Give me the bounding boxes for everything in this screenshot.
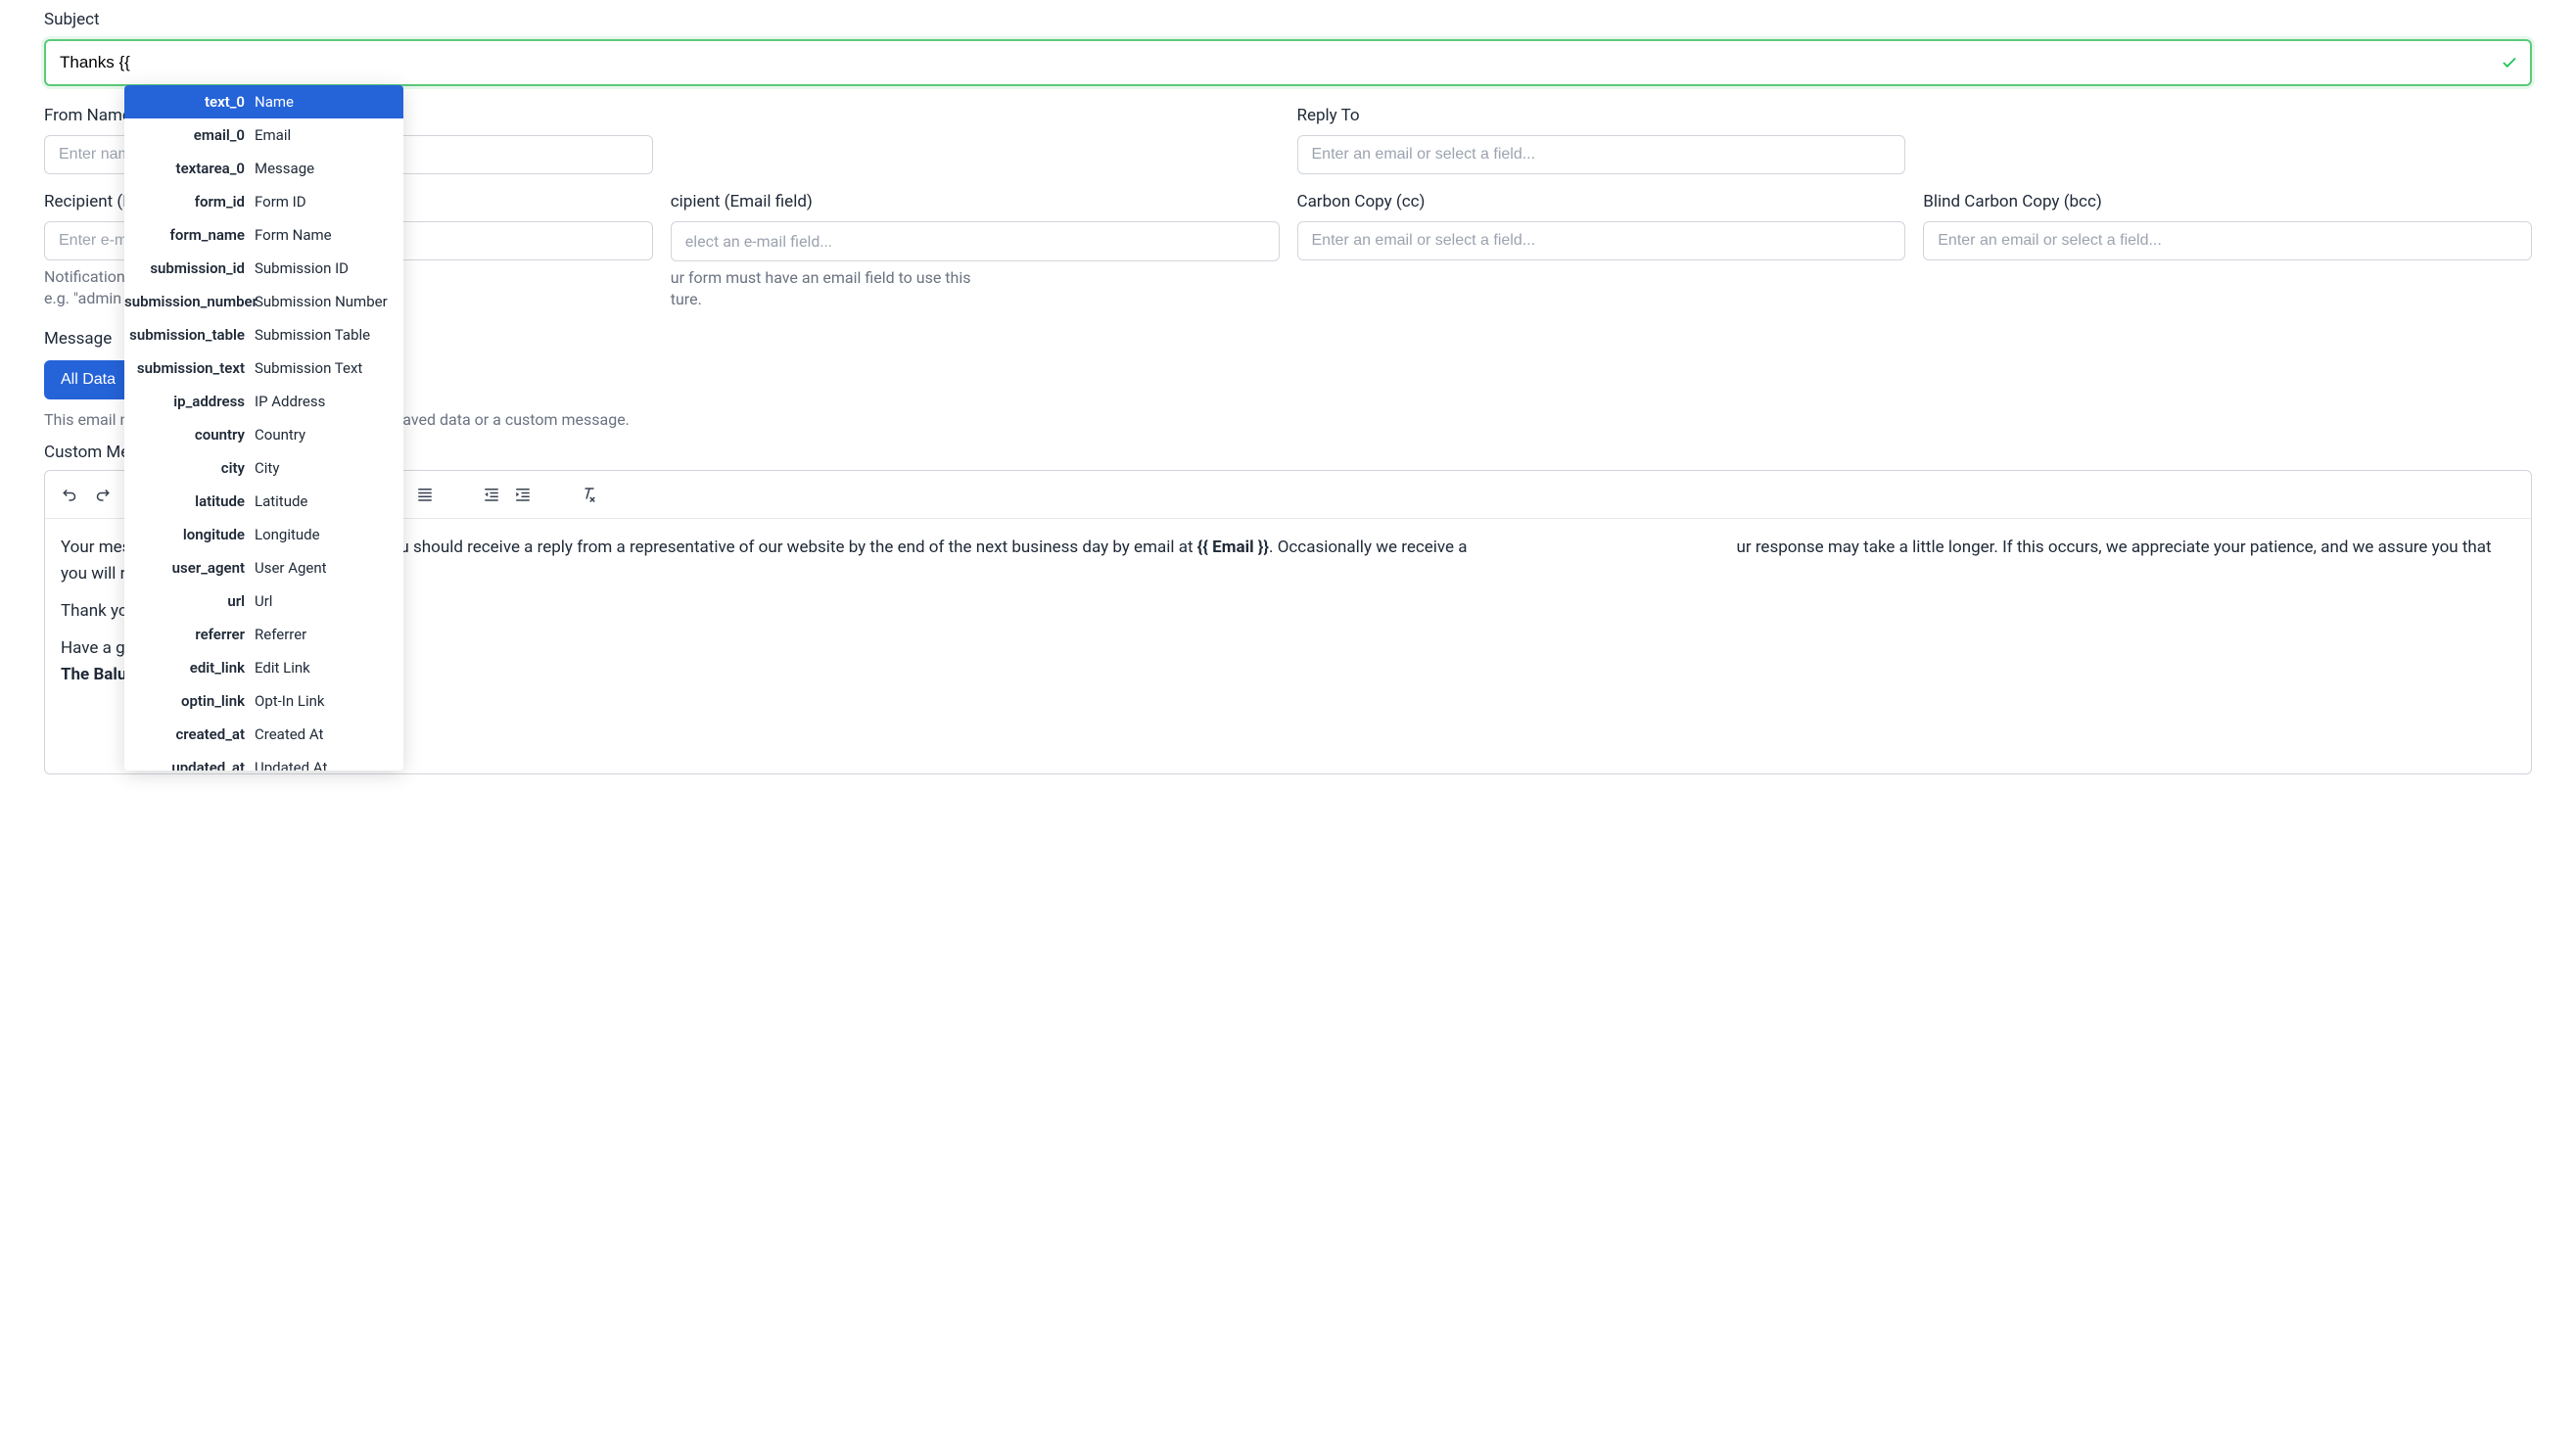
message-label: Message <box>44 329 2532 349</box>
autocomplete-label: User Agent <box>255 559 403 577</box>
all-data-button[interactable]: All Data <box>44 360 132 399</box>
autocomplete-label: Submission Text <box>255 359 403 377</box>
autocomplete-item-country[interactable]: countryCountry <box>124 418 403 451</box>
autocomplete-label: Form Name <box>255 226 403 244</box>
autocomplete-label: Latitude <box>255 492 403 510</box>
autocomplete-label: Country <box>255 426 403 444</box>
autocomplete-key: city <box>124 459 255 477</box>
redo-icon[interactable] <box>86 479 117 510</box>
autocomplete-item-longitude[interactable]: longitudeLongitude <box>124 518 403 551</box>
align-justify-icon[interactable] <box>409 479 441 510</box>
autocomplete-key: created_at <box>124 725 255 743</box>
autocomplete-item-submission_number[interactable]: submission_numberSubmission Number <box>124 285 403 318</box>
autocomplete-item-optin_link[interactable]: optin_linkOpt-In Link <box>124 684 403 718</box>
autocomplete-item-edit_link[interactable]: edit_linkEdit Link <box>124 651 403 684</box>
autocomplete-key: url <box>124 592 255 610</box>
email-field-hint: ur form must have an email field to use … <box>671 267 1280 311</box>
autocomplete-item-latitude[interactable]: latitudeLatitude <box>124 485 403 518</box>
recipient-field-select[interactable]: elect an e-mail field... <box>671 221 1280 261</box>
autocomplete-item-submission_id[interactable]: submission_idSubmission ID <box>124 252 403 285</box>
autocomplete-key: submission_number <box>124 293 255 310</box>
rich-text-editor: Your mesu should receive a reply from a … <box>44 470 2532 774</box>
autocomplete-key: optin_link <box>124 692 255 710</box>
autocomplete-item-textarea_0[interactable]: textarea_0Message <box>124 152 403 185</box>
autocomplete-item-updated_at[interactable]: updated_atUpdated At <box>124 751 403 771</box>
subject-input[interactable] <box>44 39 2532 86</box>
reply-to-label: Reply To <box>1297 106 1906 125</box>
autocomplete-item-form_name[interactable]: form_nameForm Name <box>124 218 403 252</box>
autocomplete-item-submission_table[interactable]: submission_tableSubmission Table <box>124 318 403 351</box>
autocomplete-item-submission_text[interactable]: submission_textSubmission Text <box>124 351 403 385</box>
autocomplete-item-user_agent[interactable]: user_agentUser Agent <box>124 551 403 584</box>
indent-icon[interactable] <box>507 479 539 510</box>
autocomplete-item-form_id[interactable]: form_idForm ID <box>124 185 403 218</box>
autocomplete-label: Created At <box>255 725 403 743</box>
clear-format-icon[interactable] <box>574 479 605 510</box>
autocomplete-dropdown: text_0Nameemail_0Emailtextarea_0Messagef… <box>124 85 403 771</box>
autocomplete-label: Opt-In Link <box>255 692 403 710</box>
autocomplete-label: City <box>255 459 403 477</box>
autocomplete-key: country <box>124 426 255 444</box>
checkmark-icon <box>2501 54 2518 71</box>
autocomplete-key: textarea_0 <box>124 160 255 177</box>
autocomplete-label: Edit Link <box>255 659 403 677</box>
autocomplete-key: referrer <box>124 626 255 643</box>
custom-message-label: Custom Me <box>44 443 2532 462</box>
autocomplete-label: Email <box>255 126 403 144</box>
undo-icon[interactable] <box>55 479 86 510</box>
autocomplete-key: text_0 <box>124 93 255 111</box>
recipient-field-label: cipient (Email field) <box>671 192 1280 211</box>
autocomplete-key: latitude <box>124 492 255 510</box>
autocomplete-key: submission_table <box>124 326 255 344</box>
autocomplete-label: Form ID <box>255 193 403 210</box>
autocomplete-key: email_0 <box>124 126 255 144</box>
autocomplete-item-url[interactable]: urlUrl <box>124 584 403 618</box>
autocomplete-label: Referrer <box>255 626 403 643</box>
autocomplete-label: Submission Number <box>255 293 403 310</box>
autocomplete-label: Name <box>255 93 403 111</box>
editor-toolbar <box>45 471 2531 519</box>
autocomplete-item-text_0[interactable]: text_0Name <box>124 85 403 118</box>
cc-label: Carbon Copy (cc) <box>1297 192 1906 211</box>
autocomplete-key: ip_address <box>124 393 255 410</box>
autocomplete-label: Message <box>255 160 403 177</box>
autocomplete-key: edit_link <box>124 659 255 677</box>
autocomplete-key: submission_id <box>124 259 255 277</box>
message-hint: This email naved data or a custom messag… <box>44 409 2532 431</box>
bcc-input[interactable] <box>1923 221 2532 260</box>
autocomplete-key: submission_text <box>124 359 255 377</box>
autocomplete-item-created_at[interactable]: created_atCreated At <box>124 718 403 751</box>
autocomplete-label: Submission Table <box>255 326 403 344</box>
autocomplete-key: longitude <box>124 526 255 543</box>
editor-content[interactable]: Your mesu should receive a reply from a … <box>45 519 2531 773</box>
autocomplete-item-email_0[interactable]: email_0Email <box>124 118 403 152</box>
subject-label: Subject <box>44 10 2532 29</box>
reply-to-input[interactable] <box>1297 135 1906 174</box>
autocomplete-label: Url <box>255 592 403 610</box>
bcc-label: Blind Carbon Copy (bcc) <box>1923 192 2532 211</box>
autocomplete-key: form_name <box>124 226 255 244</box>
autocomplete-label: Updated At <box>255 759 403 771</box>
autocomplete-item-referrer[interactable]: referrerReferrer <box>124 618 403 651</box>
autocomplete-key: user_agent <box>124 559 255 577</box>
autocomplete-label: Longitude <box>255 526 403 543</box>
autocomplete-item-city[interactable]: cityCity <box>124 451 403 485</box>
cc-input[interactable] <box>1297 221 1906 260</box>
autocomplete-item-ip_address[interactable]: ip_addressIP Address <box>124 385 403 418</box>
autocomplete-label: IP Address <box>255 393 403 410</box>
outdent-icon[interactable] <box>476 479 507 510</box>
autocomplete-key: form_id <box>124 193 255 210</box>
autocomplete-key: updated_at <box>124 759 255 771</box>
autocomplete-label: Submission ID <box>255 259 403 277</box>
